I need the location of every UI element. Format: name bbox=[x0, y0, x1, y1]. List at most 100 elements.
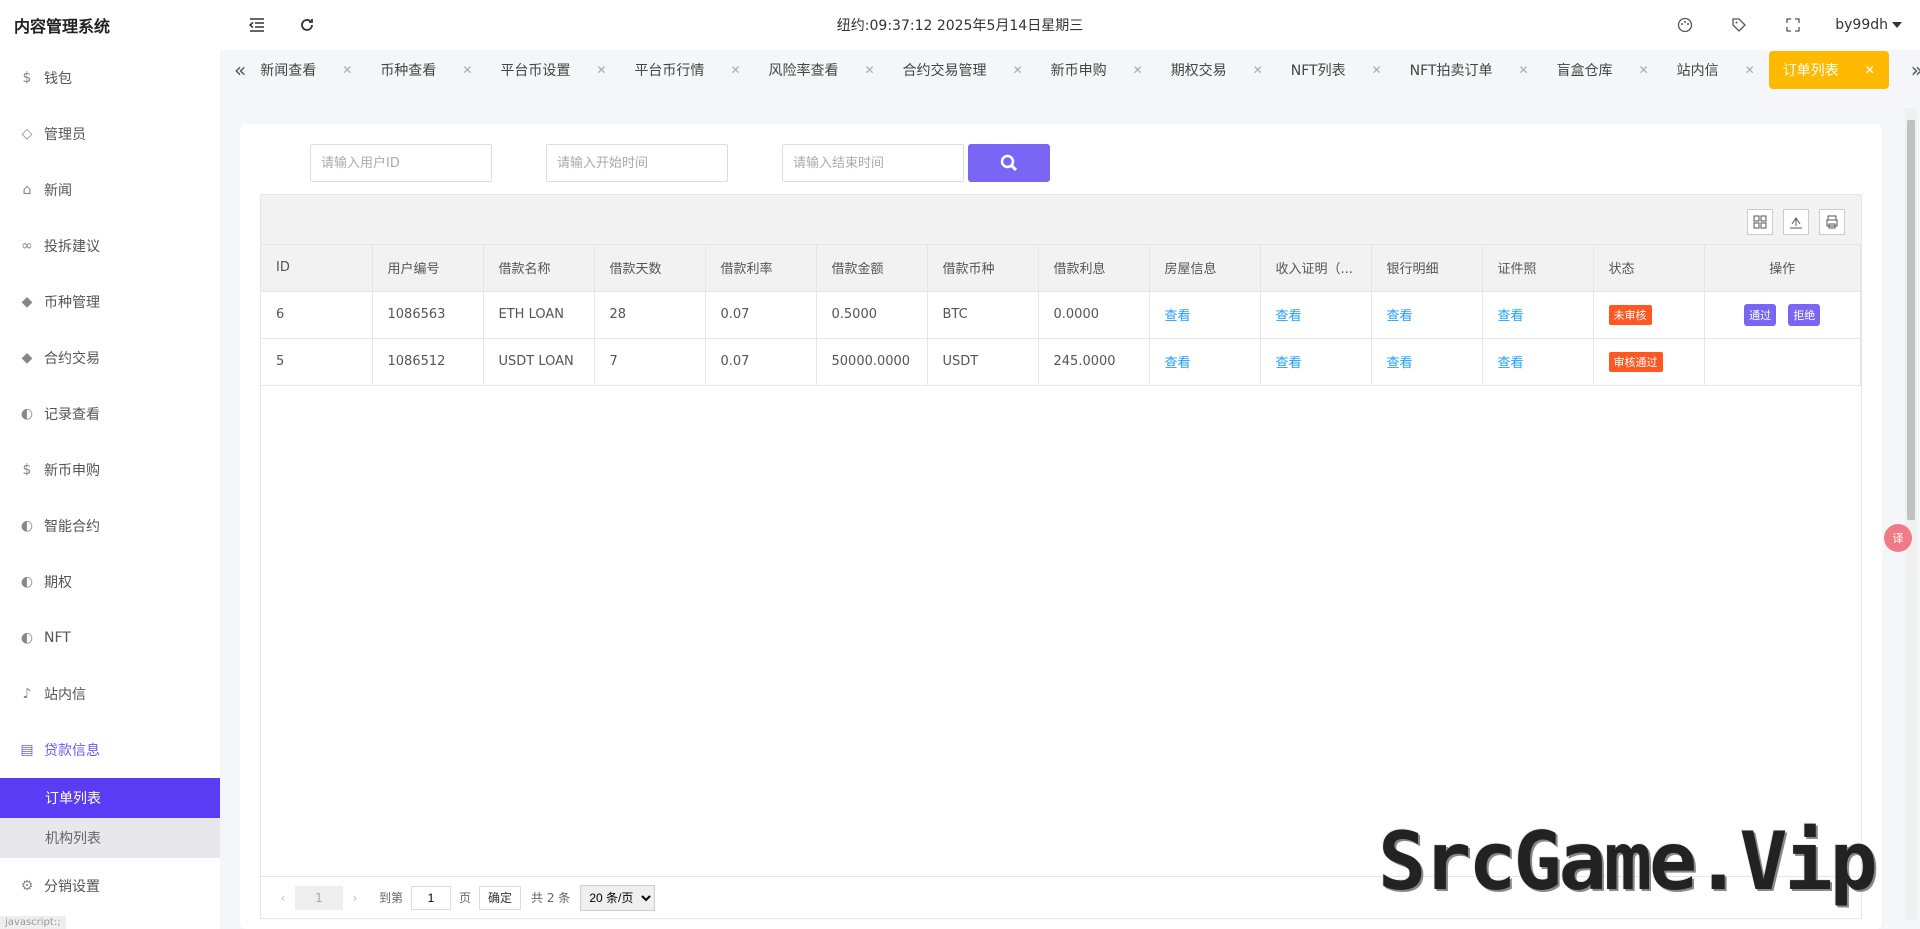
sidebar-item-records[interactable]: ◐ 记录查看 bbox=[0, 386, 220, 442]
sidebar-item-loans[interactable]: ▤ 贷款信息 bbox=[0, 722, 220, 778]
cell-interest: 0.0000 bbox=[1038, 291, 1150, 339]
close-icon[interactable]: ✕ bbox=[1745, 63, 1755, 77]
prev-page-icon[interactable]: ‹ bbox=[275, 891, 291, 905]
user-id-input[interactable] bbox=[310, 144, 492, 182]
sidebar-subitem-orders[interactable]: 订单列表 bbox=[0, 778, 220, 818]
sidebar-item-label: NFT bbox=[44, 630, 71, 646]
tag-icon[interactable] bbox=[1727, 13, 1751, 37]
tab-scroll-left-icon[interactable]: « bbox=[234, 50, 246, 90]
sidebar-item-label: 站内信 bbox=[44, 687, 86, 703]
sidebar-item-options[interactable]: ◐ 期权 bbox=[0, 554, 220, 610]
close-icon[interactable]: ✕ bbox=[865, 63, 875, 77]
goto-page-input[interactable] bbox=[411, 885, 452, 910]
scrollbar-thumb[interactable] bbox=[1907, 120, 1915, 520]
end-time-input[interactable] bbox=[782, 144, 964, 182]
sidebar-item-messages[interactable]: ♪ 站内信 bbox=[0, 666, 220, 722]
tab-nft-auction[interactable]: NFT拍卖订单 ✕ bbox=[1396, 50, 1543, 90]
theme-palette-icon[interactable] bbox=[1673, 13, 1697, 37]
next-page-icon[interactable]: › bbox=[347, 891, 363, 905]
column-header[interactable]: 状态 bbox=[1593, 245, 1705, 292]
sidebar-item-currency[interactable]: ◆ 币种管理 bbox=[0, 274, 220, 330]
column-header[interactable]: 借款名称 bbox=[483, 245, 595, 292]
search-button[interactable] bbox=[968, 144, 1050, 182]
tab-options-trade[interactable]: 期权交易 ✕ bbox=[1157, 50, 1277, 90]
close-icon[interactable]: ✕ bbox=[596, 63, 606, 77]
tab-label: NFT列表 bbox=[1290, 63, 1346, 79]
sidebar-item-nft[interactable]: ◐ NFT bbox=[0, 610, 220, 666]
sidebar-item-feedback[interactable]: ∞ 投拆建议 bbox=[0, 218, 220, 274]
close-icon[interactable]: ✕ bbox=[1372, 63, 1382, 77]
view-bank-link[interactable]: 查看 bbox=[1387, 309, 1413, 324]
close-icon[interactable]: ✕ bbox=[1865, 63, 1875, 77]
close-icon[interactable]: ✕ bbox=[730, 63, 740, 77]
view-house-link[interactable]: 查看 bbox=[1165, 356, 1191, 371]
column-header[interactable]: 借款金额 bbox=[816, 245, 928, 292]
sidebar-item-admin[interactable]: ◇ 管理员 bbox=[0, 106, 220, 162]
cell-income: 查看 bbox=[1260, 291, 1372, 339]
approve-button[interactable]: 通过 bbox=[1744, 303, 1777, 326]
print-icon[interactable] bbox=[1819, 209, 1845, 235]
column-header[interactable]: 借款天数 bbox=[594, 245, 706, 292]
tab-currency[interactable]: 币种查看 ✕ bbox=[366, 50, 486, 90]
view-bank-link[interactable]: 查看 bbox=[1387, 356, 1413, 371]
view-idphoto-link[interactable]: 查看 bbox=[1498, 309, 1524, 324]
start-time-input[interactable] bbox=[546, 144, 728, 182]
close-icon[interactable]: ✕ bbox=[342, 63, 352, 77]
tab-nft-list[interactable]: NFT列表 ✕ bbox=[1277, 50, 1396, 90]
column-header[interactable]: 银行明细 bbox=[1371, 245, 1483, 292]
tab-risk-rate[interactable]: 风险率查看 ✕ bbox=[755, 50, 889, 90]
sidebar-item-wallet[interactable]: $ 钱包 bbox=[0, 50, 220, 106]
circle-arrow-icon: ◐ bbox=[20, 574, 34, 590]
column-header[interactable]: 收入证明（... bbox=[1260, 245, 1372, 292]
close-icon[interactable]: ✕ bbox=[462, 63, 472, 77]
column-header[interactable]: ID bbox=[261, 245, 373, 292]
close-icon[interactable]: ✕ bbox=[1639, 63, 1649, 77]
circle-arrow-icon: ◐ bbox=[20, 630, 34, 646]
view-idphoto-link[interactable]: 查看 bbox=[1498, 356, 1524, 371]
column-header[interactable]: 用户编号 bbox=[372, 245, 484, 292]
columns-filter-icon[interactable] bbox=[1747, 209, 1773, 235]
column-header[interactable]: 借款币种 bbox=[927, 245, 1039, 292]
tab-news[interactable]: 新闻查看 ✕ bbox=[246, 50, 366, 90]
confirm-page-button[interactable]: 确定 bbox=[479, 885, 522, 910]
page-scrollbar[interactable] bbox=[1905, 108, 1917, 920]
sidebar-item-smart-contract[interactable]: ◐ 智能合约 bbox=[0, 498, 220, 554]
tab-label: 平台币行情 bbox=[634, 63, 705, 79]
close-icon[interactable]: ✕ bbox=[1519, 63, 1529, 77]
fullscreen-icon[interactable] bbox=[1781, 13, 1805, 37]
tab-blind-box[interactable]: 盲盒仓库 ✕ bbox=[1543, 50, 1663, 90]
tab-order-list[interactable]: 订单列表 ✕ bbox=[1768, 51, 1889, 89]
column-header[interactable]: 房屋信息 bbox=[1149, 245, 1261, 292]
cell-id: 6 bbox=[261, 291, 373, 339]
translate-icon[interactable]: 译 bbox=[1884, 524, 1912, 552]
page-size-select[interactable]: 20 条/页 bbox=[580, 884, 656, 911]
tab-contract-mgmt[interactable]: 合约交易管理 ✕ bbox=[889, 50, 1037, 90]
column-header[interactable]: 借款利率 bbox=[705, 245, 817, 292]
column-header[interactable]: 证件照 bbox=[1482, 245, 1594, 292]
sidebar-subitem-institutions[interactable]: 机构列表 bbox=[0, 818, 220, 858]
close-icon[interactable]: ✕ bbox=[1013, 63, 1023, 77]
tab-platform-coin-market[interactable]: 平台币行情 ✕ bbox=[620, 50, 754, 90]
collapse-menu-icon[interactable] bbox=[245, 13, 269, 37]
close-icon[interactable]: ✕ bbox=[1133, 63, 1143, 77]
gear-icon: ⚙ bbox=[20, 878, 34, 894]
tab-new-coin[interactable]: 新币申购 ✕ bbox=[1037, 50, 1157, 90]
sidebar-item-new-coin[interactable]: $ 新币申购 bbox=[0, 442, 220, 498]
refresh-icon[interactable] bbox=[295, 13, 319, 37]
reject-button[interactable]: 拒绝 bbox=[1788, 303, 1821, 326]
user-menu[interactable]: by99dh bbox=[1835, 17, 1902, 33]
view-income-link[interactable]: 查看 bbox=[1276, 309, 1302, 324]
view-income-link[interactable]: 查看 bbox=[1276, 356, 1302, 371]
current-page[interactable]: 1 bbox=[295, 885, 343, 910]
tab-platform-coin-settings[interactable]: 平台币设置 ✕ bbox=[486, 50, 620, 90]
view-house-link[interactable]: 查看 bbox=[1165, 309, 1191, 324]
export-icon[interactable] bbox=[1783, 209, 1809, 235]
tab-messages[interactable]: 站内信 ✕ bbox=[1663, 50, 1769, 90]
sidebar-item-distribution[interactable]: ⚙ 分销设置 bbox=[0, 858, 220, 914]
tab-scroll-right-icon[interactable]: » bbox=[1911, 50, 1920, 90]
link-icon: ∞ bbox=[21, 238, 33, 254]
column-header[interactable]: 借款利息 bbox=[1038, 245, 1150, 292]
sidebar-item-contract[interactable]: ◆ 合约交易 bbox=[0, 330, 220, 386]
sidebar-item-news[interactable]: ⌂ 新闻 bbox=[0, 162, 220, 218]
close-icon[interactable]: ✕ bbox=[1253, 63, 1263, 77]
